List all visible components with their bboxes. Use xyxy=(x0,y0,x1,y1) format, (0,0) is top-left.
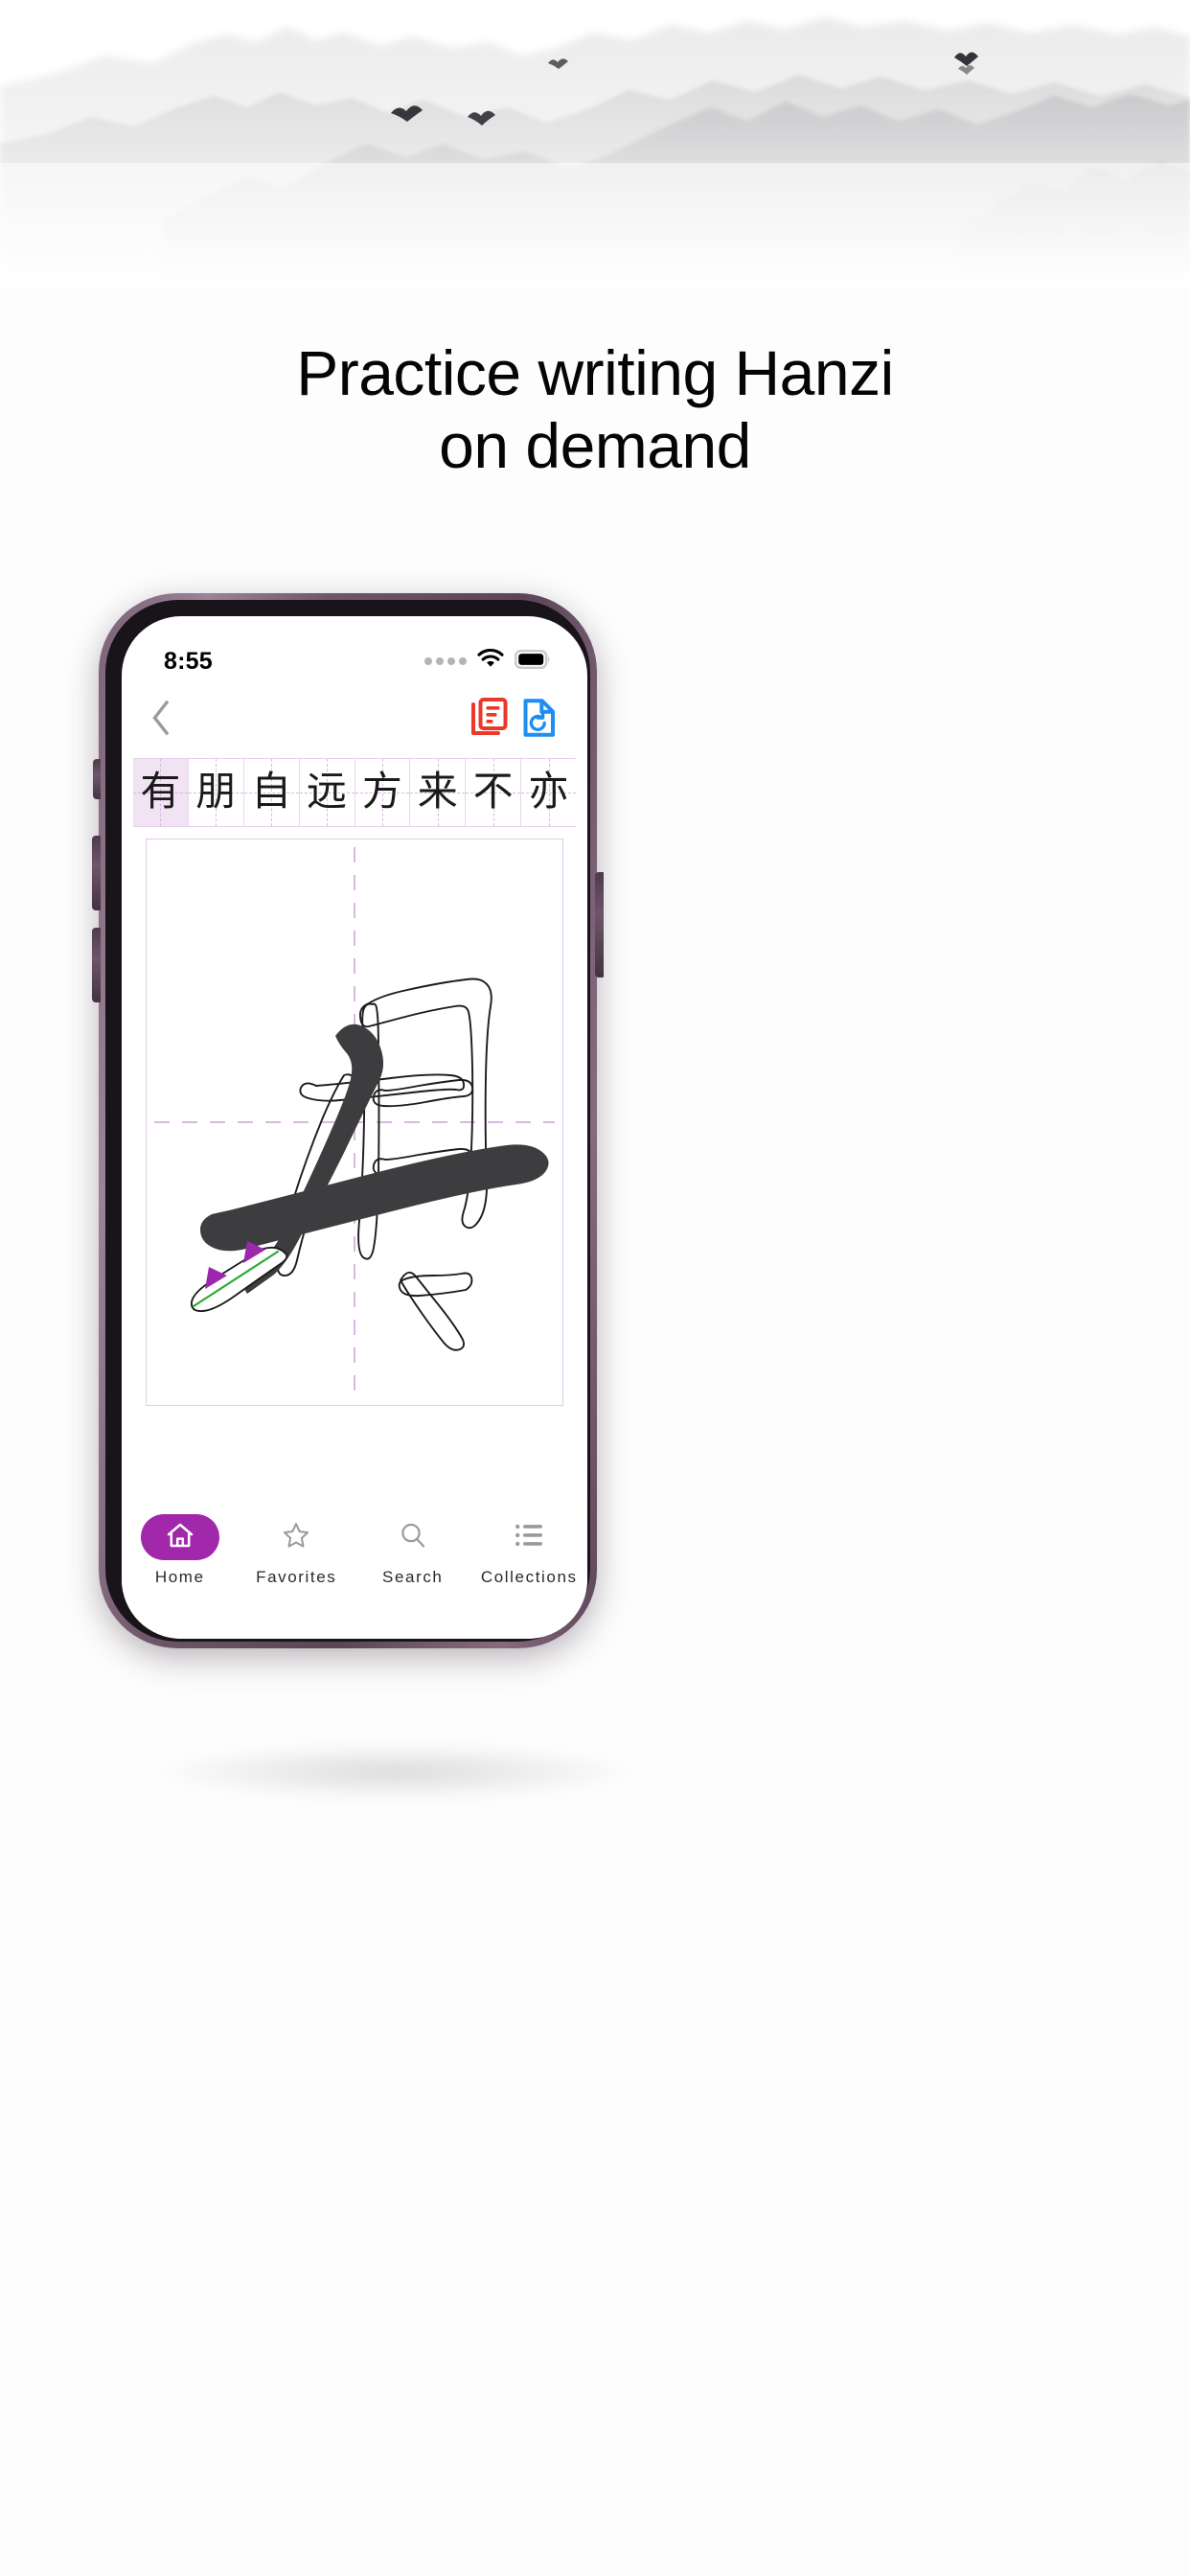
current-stroke-outline xyxy=(191,1246,288,1313)
character-glyph: 来 xyxy=(417,770,458,815)
status-bar: 8:55 xyxy=(122,616,587,685)
current-stroke-guide xyxy=(191,1241,288,1313)
copy-character-button[interactable] xyxy=(465,695,515,745)
back-button[interactable] xyxy=(139,698,183,742)
home-icon-wrap xyxy=(140,1514,219,1560)
status-time: 8:55 xyxy=(164,647,213,675)
writing-canvas[interactable] xyxy=(146,839,563,1406)
tab-label-search: Search xyxy=(382,1568,444,1586)
character-glyph: 自 xyxy=(251,770,292,815)
phone-bezel: 8:55 有 朋 自 远 方 来 不 亦 Home Favorites Sear… xyxy=(105,600,590,1642)
headline-line-2: on demand xyxy=(439,409,751,481)
character-glyph: 亦 xyxy=(528,770,569,815)
wifi-icon xyxy=(477,648,504,674)
character-glyph: 方 xyxy=(361,770,402,815)
status-icon-group xyxy=(424,648,551,674)
phone-screen: 8:55 有 朋 自 远 方 来 不 亦 Home Favorites Sear… xyxy=(122,616,587,1639)
phone-drop-shadow xyxy=(156,1743,635,1801)
character-cell-3[interactable]: 远 xyxy=(299,759,355,826)
document-copy-icon xyxy=(469,697,510,744)
character-glyph: 朋 xyxy=(195,770,237,815)
tab-label-favorites: Favorites xyxy=(256,1568,337,1586)
app-navigation-bar xyxy=(122,685,587,754)
character-cell-5[interactable]: 来 xyxy=(410,759,467,826)
star-icon-wrap xyxy=(257,1514,335,1560)
character-strip[interactable]: 有 朋 自 远 方 来 不 亦 xyxy=(133,758,576,827)
bottom-tab-bar[interactable]: Home Favorites Search Collections xyxy=(122,1497,587,1639)
tab-label-collections: Collections xyxy=(480,1568,578,1586)
list-icon-wrap xyxy=(490,1514,568,1560)
tab-search[interactable]: Search xyxy=(355,1514,471,1587)
headline-line-1: Practice writing Hanzi xyxy=(296,337,894,408)
home-icon xyxy=(166,1521,195,1554)
search-icon-wrap xyxy=(374,1514,452,1560)
mute-switch[interactable] xyxy=(93,759,101,799)
promo-headline: Practice writing Hanzi on demand xyxy=(0,337,1190,483)
tab-collections[interactable]: Collections xyxy=(471,1514,588,1587)
character-glyph: 远 xyxy=(307,770,348,815)
cellular-signal-icon xyxy=(424,657,467,665)
volume-up-button[interactable] xyxy=(92,836,101,910)
tab-home[interactable]: Home xyxy=(122,1514,239,1587)
ink-wash-mountain-backdrop xyxy=(0,0,1190,288)
character-cell-2[interactable]: 自 xyxy=(243,759,300,826)
character-cell-1[interactable]: 朋 xyxy=(188,759,244,826)
reset-character-button[interactable] xyxy=(515,695,564,745)
phone-frame: 8:55 有 朋 自 远 方 来 不 亦 Home Favorites Sear… xyxy=(92,593,604,1648)
character-cell-0[interactable]: 有 xyxy=(133,759,189,826)
character-glyph: 不 xyxy=(472,770,514,815)
star-icon xyxy=(282,1521,310,1554)
volume-down-button[interactable] xyxy=(92,928,101,1002)
power-button[interactable] xyxy=(595,872,604,978)
app-store-promo-screenshot: Practice writing Hanzi on demand 8:55 有 … xyxy=(0,0,1190,2576)
character-cell-7[interactable]: 亦 xyxy=(521,759,576,826)
search-icon xyxy=(399,1521,427,1554)
chevron-left-icon xyxy=(149,699,172,742)
document-restore-icon xyxy=(521,697,558,744)
character-cell-6[interactable]: 不 xyxy=(466,759,522,826)
battery-full-icon xyxy=(515,649,551,674)
tab-label-home: Home xyxy=(154,1568,205,1586)
character-cell-4[interactable]: 方 xyxy=(355,759,411,826)
character-glyph: 有 xyxy=(140,770,181,815)
tab-favorites[interactable]: Favorites xyxy=(239,1514,355,1587)
list-icon xyxy=(515,1523,543,1552)
